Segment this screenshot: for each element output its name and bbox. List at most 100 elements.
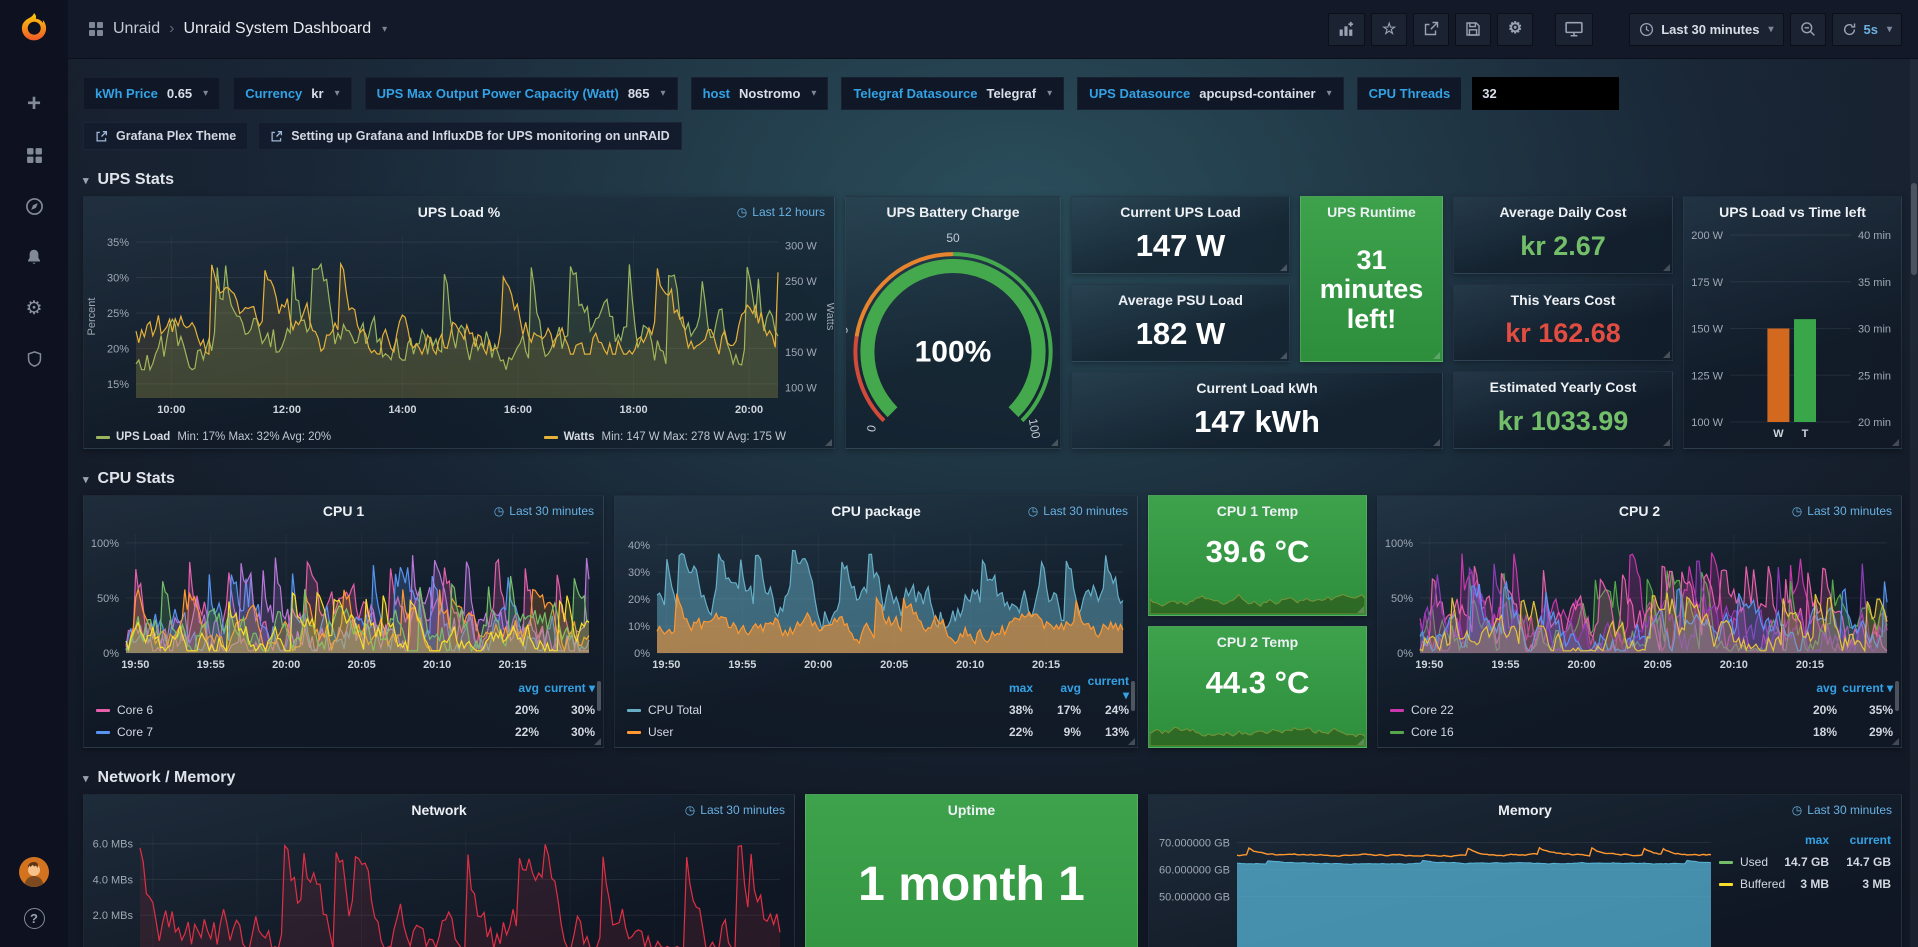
legend-row[interactable]: Core 2220%35% — [1390, 699, 1893, 721]
sidebar-item-server-admin[interactable] — [12, 346, 56, 372]
panel-time-badge[interactable]: ◷Last 30 minutes — [494, 504, 594, 518]
variable-value[interactable]: 0.65 — [167, 86, 192, 101]
legend-row[interactable]: Core 722%30% — [96, 721, 595, 743]
panel-title[interactable]: UPS Load % — [84, 197, 834, 227]
share-dashboard-button[interactable] — [1413, 13, 1449, 46]
save-dashboard-button[interactable] — [1455, 13, 1491, 46]
scrollbar-thumb[interactable] — [1911, 183, 1917, 275]
sidebar-item-dashboards[interactable] — [12, 142, 56, 168]
legend-sort-column[interactable]: avg — [1781, 681, 1837, 695]
legend-sort-column[interactable]: avg — [483, 681, 539, 695]
svg-text:100: 100 — [1026, 417, 1043, 439]
panel-title[interactable]: CPU 1 Temp — [1149, 496, 1366, 526]
cpu1-legend[interactable]: avgcurrent ▾ Core 620%30%Core 722%30% — [96, 677, 595, 743]
link-grafana-plex-theme[interactable]: Grafana Plex Theme — [83, 122, 248, 150]
panel-time-badge[interactable]: ◷Last 30 minutes — [1792, 803, 1892, 817]
legend-sort-column[interactable]: current ▾ — [1837, 681, 1893, 695]
grafana-dashboard: + ⚙ ? Unraid › Unr — [0, 0, 1918, 947]
sidebar-item-alerting[interactable] — [12, 244, 56, 270]
grafana-logo[interactable] — [17, 11, 51, 45]
chart-legend[interactable]: UPS LoadMin: 17% Max: 32% Avg: 20% WattsM… — [96, 431, 786, 443]
time-badge-label: Last 30 minutes — [1807, 504, 1892, 518]
panel-time-badge[interactable]: ◷Last 12 hours — [737, 205, 825, 219]
legend-sort-column[interactable]: current — [1829, 833, 1891, 847]
legend-row[interactable]: Core 620%30% — [96, 699, 595, 721]
variable-value[interactable]: Nostromo — [739, 86, 800, 101]
legend-sort-column[interactable]: max — [1767, 833, 1829, 847]
legend-row[interactable]: Core 1618%29% — [1390, 721, 1893, 743]
svg-text:20:10: 20:10 — [423, 659, 451, 671]
variable-ups-datasource[interactable]: UPS Datasource apcupsd-container ▾ — [1077, 77, 1343, 110]
legend-item[interactable]: WattsMin: 147 W Max: 278 W Avg: 175 W — [544, 431, 786, 443]
legend-row[interactable]: CPU Total38%17%24% — [627, 699, 1129, 721]
svg-text:6.0 MBs: 6.0 MBs — [93, 839, 134, 851]
svg-text:20:00: 20:00 — [272, 659, 300, 671]
legend-scrollbar[interactable] — [1895, 681, 1899, 711]
panel-title[interactable]: Memory — [1149, 795, 1901, 825]
legend-sort-column[interactable]: max — [985, 681, 1033, 695]
sidebar-item-create[interactable]: + — [12, 91, 56, 117]
section-header-network-memory[interactable]: ▾ Network / Memory — [83, 762, 1902, 794]
cpu-threads-input[interactable]: 32 — [1472, 77, 1619, 110]
variable-value[interactable]: kr — [311, 86, 323, 101]
chevron-down-icon[interactable]: ▾ — [382, 24, 387, 35]
refresh-picker[interactable]: 5s ▾ — [1832, 13, 1903, 46]
variable-currency[interactable]: Currency kr ▾ — [233, 77, 351, 110]
dashboard-settings-button[interactable]: ⚙ — [1497, 13, 1533, 46]
legend-row[interactable]: Buffered3 MB3 MB — [1719, 873, 1891, 895]
user-profile[interactable] — [12, 859, 56, 885]
zoom-out-time-button[interactable] — [1790, 13, 1826, 46]
legend-sort-column[interactable]: current ▾ — [539, 681, 595, 695]
variable-ups-max-output[interactable]: UPS Max Output Power Capacity (Watt) 865… — [365, 77, 678, 110]
add-panel-button[interactable] — [1328, 13, 1365, 46]
battery-gauge[interactable]: 02050100100% — [846, 227, 1060, 442]
ups-load-chart[interactable]: 15%20%25%30%35%100 W150 W200 W250 W300 W… — [84, 227, 834, 418]
variable-value[interactable]: apcupsd-container — [1199, 86, 1315, 101]
sidebar-item-configuration[interactable]: ⚙ — [12, 295, 56, 321]
star-dashboard-button[interactable]: ☆ — [1371, 13, 1407, 46]
panel-title[interactable]: Uptime — [806, 795, 1137, 825]
network-chart[interactable]: 2.0 MBs4.0 MBs6.0 MBs19:5019:5520:0020:0… — [84, 825, 794, 947]
cpu2-chart[interactable]: 0%50%100%19:5019:5520:0020:0520:1020:15 — [1378, 526, 1901, 673]
cpu1-chart[interactable]: 0%50%100%19:5019:5520:0020:0520:1020:15 — [84, 526, 603, 673]
breadcrumb-app[interactable]: Unraid — [113, 20, 160, 38]
legend-sort-column[interactable]: current ▾ — [1081, 674, 1129, 702]
cpu-package-chart[interactable]: 0%10%20%30%40%19:5019:5520:0020:0520:102… — [615, 526, 1137, 673]
link-ups-monitoring-guide[interactable]: Setting up Grafana and InfluxDB for UPS … — [258, 122, 681, 150]
legend-item[interactable]: UPS LoadMin: 17% Max: 32% Avg: 20% — [96, 431, 331, 443]
panel-ups-load-percent: UPS Load % ◷Last 12 hours 15%20%25%30%35… — [83, 196, 835, 449]
sidebar-item-explore[interactable] — [12, 193, 56, 219]
dashboard-title[interactable]: Unraid System Dashboard — [183, 20, 371, 38]
svg-text:35 min: 35 min — [1858, 277, 1891, 289]
cpu2-legend[interactable]: avgcurrent ▾ Core 2220%35%Core 1618%29% — [1390, 677, 1893, 743]
variable-host[interactable]: host Nostromo ▾ — [691, 77, 829, 110]
variable-value[interactable]: Telegraf — [986, 86, 1036, 101]
apps-grid-icon[interactable] — [88, 21, 104, 37]
panel-time-badge[interactable]: ◷Last 30 minutes — [1028, 504, 1128, 518]
legend-scrollbar[interactable] — [597, 681, 601, 711]
variable-value[interactable]: 865 — [628, 86, 650, 101]
page-scrollbar[interactable] — [1910, 59, 1918, 947]
section-header-ups-stats[interactable]: ▾ UPS Stats — [83, 164, 1902, 196]
cpu-package-legend[interactable]: maxavgcurrent ▾CPU Total38%17%24%User22%… — [627, 677, 1129, 743]
time-range-picker[interactable]: Last 30 minutes ▾ — [1629, 13, 1783, 46]
panel-time-badge[interactable]: ◷Last 30 minutes — [1792, 504, 1892, 518]
cycle-view-mode-button[interactable] — [1555, 13, 1593, 46]
help-menu[interactable]: ? — [12, 905, 56, 931]
panel-time-badge[interactable]: ◷Last 30 minutes — [685, 803, 785, 817]
memory-legend[interactable]: maxcurrent Used14.7 GB14.7 GBBuffered3 MB… — [1719, 829, 1891, 895]
variable-kwh-price[interactable]: kWh Price 0.65 ▾ — [83, 77, 220, 110]
memory-chart[interactable]: 50.000000 GB60.000000 GB70.000000 GB — [1149, 825, 1719, 947]
legend-row[interactable]: Used14.7 GB14.7 GB — [1719, 851, 1891, 873]
variable-telegraf-datasource[interactable]: Telegraf Datasource Telegraf ▾ — [841, 77, 1064, 110]
section-header-cpu-stats[interactable]: ▾ CPU Stats — [83, 463, 1902, 495]
legend-row[interactable]: User22%9%13% — [627, 721, 1129, 743]
panel-title[interactable]: UPS Load vs Time left — [1684, 197, 1901, 227]
panel-title[interactable]: UPS Battery Charge — [846, 197, 1060, 227]
legend-scrollbar[interactable] — [1131, 681, 1135, 711]
panel-title[interactable]: UPS Runtime — [1301, 197, 1442, 227]
legend-sort-column[interactable]: avg — [1033, 681, 1081, 695]
ups-load-time-bar-chart[interactable]: 100 W125 W150 W175 W200 W20 min25 min30 … — [1684, 227, 1901, 442]
panel-title[interactable]: CPU 2 Temp — [1149, 627, 1366, 657]
time-badge-label: Last 30 minutes — [1807, 803, 1892, 817]
